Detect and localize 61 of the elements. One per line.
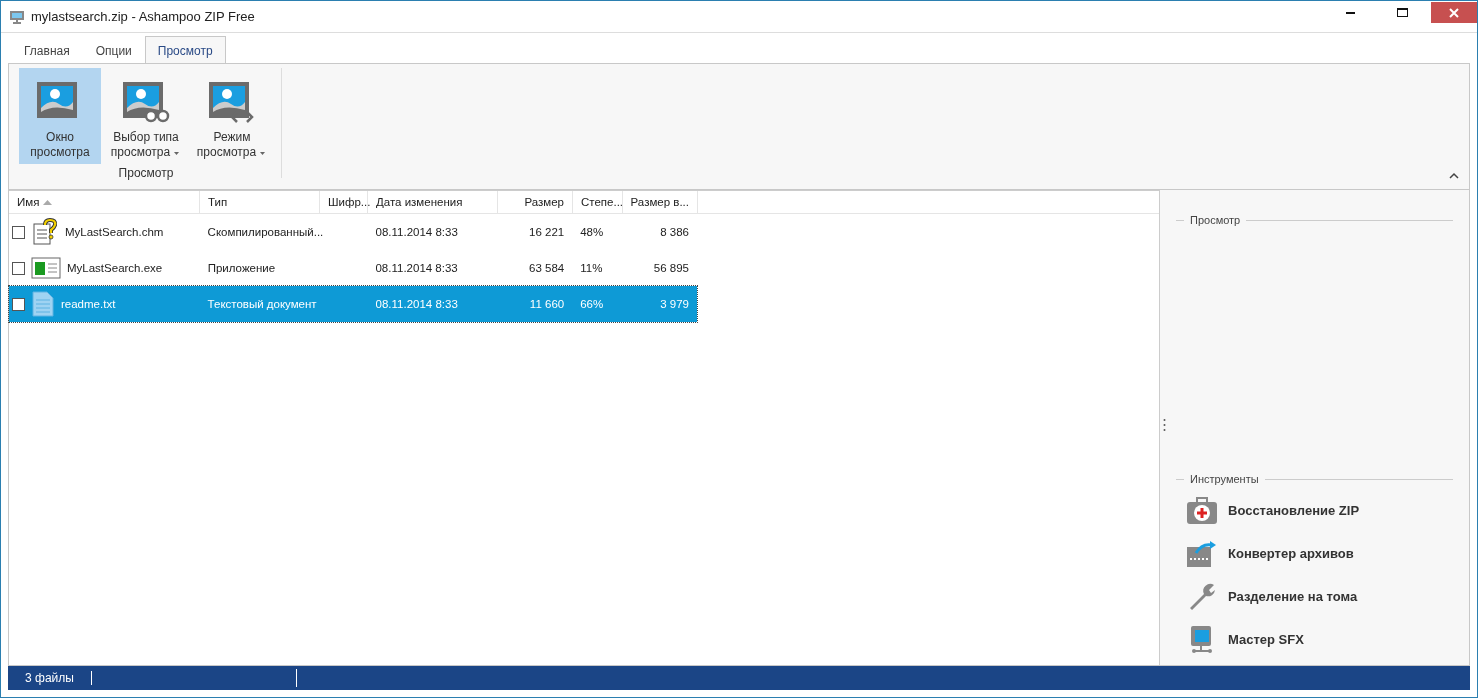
ribbon-tab[interactable]: Главная	[11, 36, 83, 64]
column-header[interactable]: Шифр...	[320, 191, 368, 213]
file-row[interactable]: MyLastSearch.chm Скомпилированный... 08.11.2014 8:33 16 221 48% 8 386	[9, 214, 697, 250]
ribbon-button[interactable]: Окно просмотра	[19, 68, 101, 164]
application-icon	[31, 256, 61, 280]
file-name: MyLastSearch.exe	[67, 262, 163, 274]
tool-button[interactable]: Восстановление ZIP	[1176, 489, 1453, 532]
ribbon-tab[interactable]: Просмотр	[144, 36, 226, 64]
section-label: Просмотр	[1190, 214, 1241, 226]
splitter-grip-icon[interactable]	[1163, 418, 1166, 432]
minimize-icon	[1345, 11, 1355, 14]
table-cell: 56 895	[653, 262, 690, 274]
dropdown-caret-icon	[173, 150, 182, 156]
section-label: Инструменты	[1190, 473, 1259, 485]
maximize-icon	[1396, 7, 1408, 18]
column-header[interactable]: Степе...	[573, 191, 623, 213]
dropdown-caret-icon	[259, 150, 268, 156]
help-file-icon	[31, 218, 59, 246]
file-row[interactable]: MyLastSearch.exe Приложение 08.11.2014 8:33 63 584 11% 56 895	[9, 250, 697, 286]
column-header[interactable]: Размер в...	[623, 191, 698, 213]
table-cell: 3 979	[660, 298, 689, 310]
ribbon-button[interactable]: Режим просмотра	[191, 68, 273, 164]
table-cell: 08.11.2014 8:33	[375, 262, 458, 274]
file-name: readme.txt	[61, 298, 116, 310]
tool-button[interactable]: Мастер SFX	[1176, 618, 1453, 661]
checkbox[interactable]	[12, 261, 25, 275]
checkbox[interactable]	[12, 225, 25, 239]
text-file-icon	[31, 290, 55, 318]
column-header[interactable]: Тип	[200, 191, 320, 213]
table-cell: Текстовый документ	[207, 298, 317, 310]
window-title: mylastsearch.zip - Ashampoo ZIP Free	[31, 9, 256, 24]
status-text: 3 файлы	[8, 671, 92, 685]
table-cell: 11 660	[529, 298, 565, 310]
column-header[interactable]: Дата изменения	[368, 191, 498, 213]
table-cell: 8 386	[660, 226, 689, 238]
ribbon-button[interactable]: Выбор типа просмотра	[105, 68, 187, 164]
column-header[interactable]: Имя	[9, 191, 200, 213]
archive-convert-icon	[1186, 538, 1218, 569]
table-cell: Скомпилированный...	[207, 226, 324, 238]
tool-button[interactable]: Конвертер архивов	[1176, 532, 1453, 575]
picture-glasses-icon	[121, 80, 171, 124]
tool-button[interactable]: Разделение на тома	[1176, 575, 1453, 618]
table-cell: 48%	[580, 226, 604, 238]
table-cell: 11%	[580, 262, 603, 274]
close-button[interactable]	[1431, 2, 1477, 23]
table-cell: 08.11.2014 8:33	[375, 226, 458, 238]
table-cell: 66%	[580, 298, 604, 310]
first-aid-kit-icon	[1186, 495, 1218, 526]
file-name: MyLastSearch.chm	[65, 226, 164, 238]
app-icon	[9, 8, 25, 25]
table-cell: 16 221	[529, 226, 565, 238]
column-header[interactable]: Размер	[498, 191, 573, 213]
close-icon	[1449, 7, 1459, 18]
table-cell: 08.11.2014 8:33	[375, 298, 458, 310]
sort-arrow-icon	[43, 199, 53, 205]
table-cell: 63 584	[529, 262, 565, 274]
collapse-chevron-icon[interactable]	[1449, 172, 1459, 179]
ribbon-tab[interactable]: Опции	[82, 36, 145, 64]
table-cell: Приложение	[207, 262, 276, 274]
group-label: Просмотр	[118, 166, 174, 180]
checkbox[interactable]	[12, 297, 25, 311]
